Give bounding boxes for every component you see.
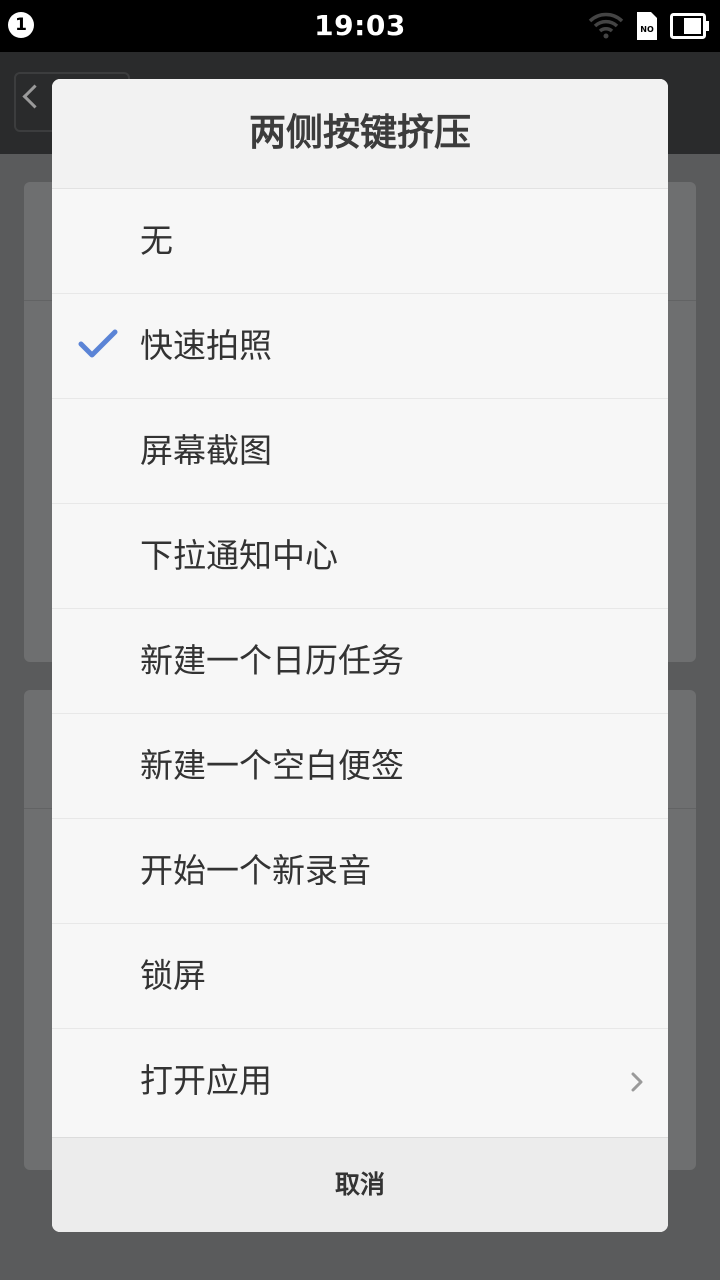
cancel-button[interactable]: 取消: [52, 1137, 668, 1232]
battery-icon: [670, 13, 710, 43]
chevron-right-icon: [630, 1071, 644, 1097]
option-notification-center[interactable]: 下拉通知中心: [52, 504, 668, 609]
option-label: 无: [140, 221, 173, 260]
option-label: 打开应用: [140, 1061, 272, 1100]
option-label: 下拉通知中心: [140, 536, 338, 575]
svg-text:NO: NO: [640, 25, 654, 34]
status-bar: 1 19:03 NO: [0, 0, 720, 52]
sim-card-icon: NO: [636, 11, 658, 45]
option-label: 快速拍照: [140, 326, 272, 365]
wifi-icon: [588, 12, 624, 44]
option-screenshot[interactable]: 屏幕截图: [52, 399, 668, 504]
dialog-title: 两侧按键挤压: [52, 79, 668, 189]
option-label: 新建一个空白便签: [140, 746, 404, 785]
option-none[interactable]: 无: [52, 189, 668, 294]
option-lock-screen[interactable]: 锁屏: [52, 924, 668, 1029]
option-new-recording[interactable]: 开始一个新录音: [52, 819, 668, 924]
option-label: 开始一个新录音: [140, 851, 371, 890]
option-label: 新建一个日历任务: [140, 641, 404, 680]
squeeze-action-dialog: 两侧按键挤压 无 快速拍照 屏幕截图 下拉通知中心 新建一个日历任务 新建一个空…: [52, 79, 668, 1232]
checkmark-icon: [78, 328, 118, 364]
option-quick-photo[interactable]: 快速拍照: [52, 294, 668, 399]
option-label: 屏幕截图: [140, 431, 272, 470]
option-new-calendar-task[interactable]: 新建一个日历任务: [52, 609, 668, 714]
option-open-app[interactable]: 打开应用: [52, 1029, 668, 1134]
option-new-blank-note[interactable]: 新建一个空白便签: [52, 714, 668, 819]
option-label: 锁屏: [140, 956, 206, 995]
